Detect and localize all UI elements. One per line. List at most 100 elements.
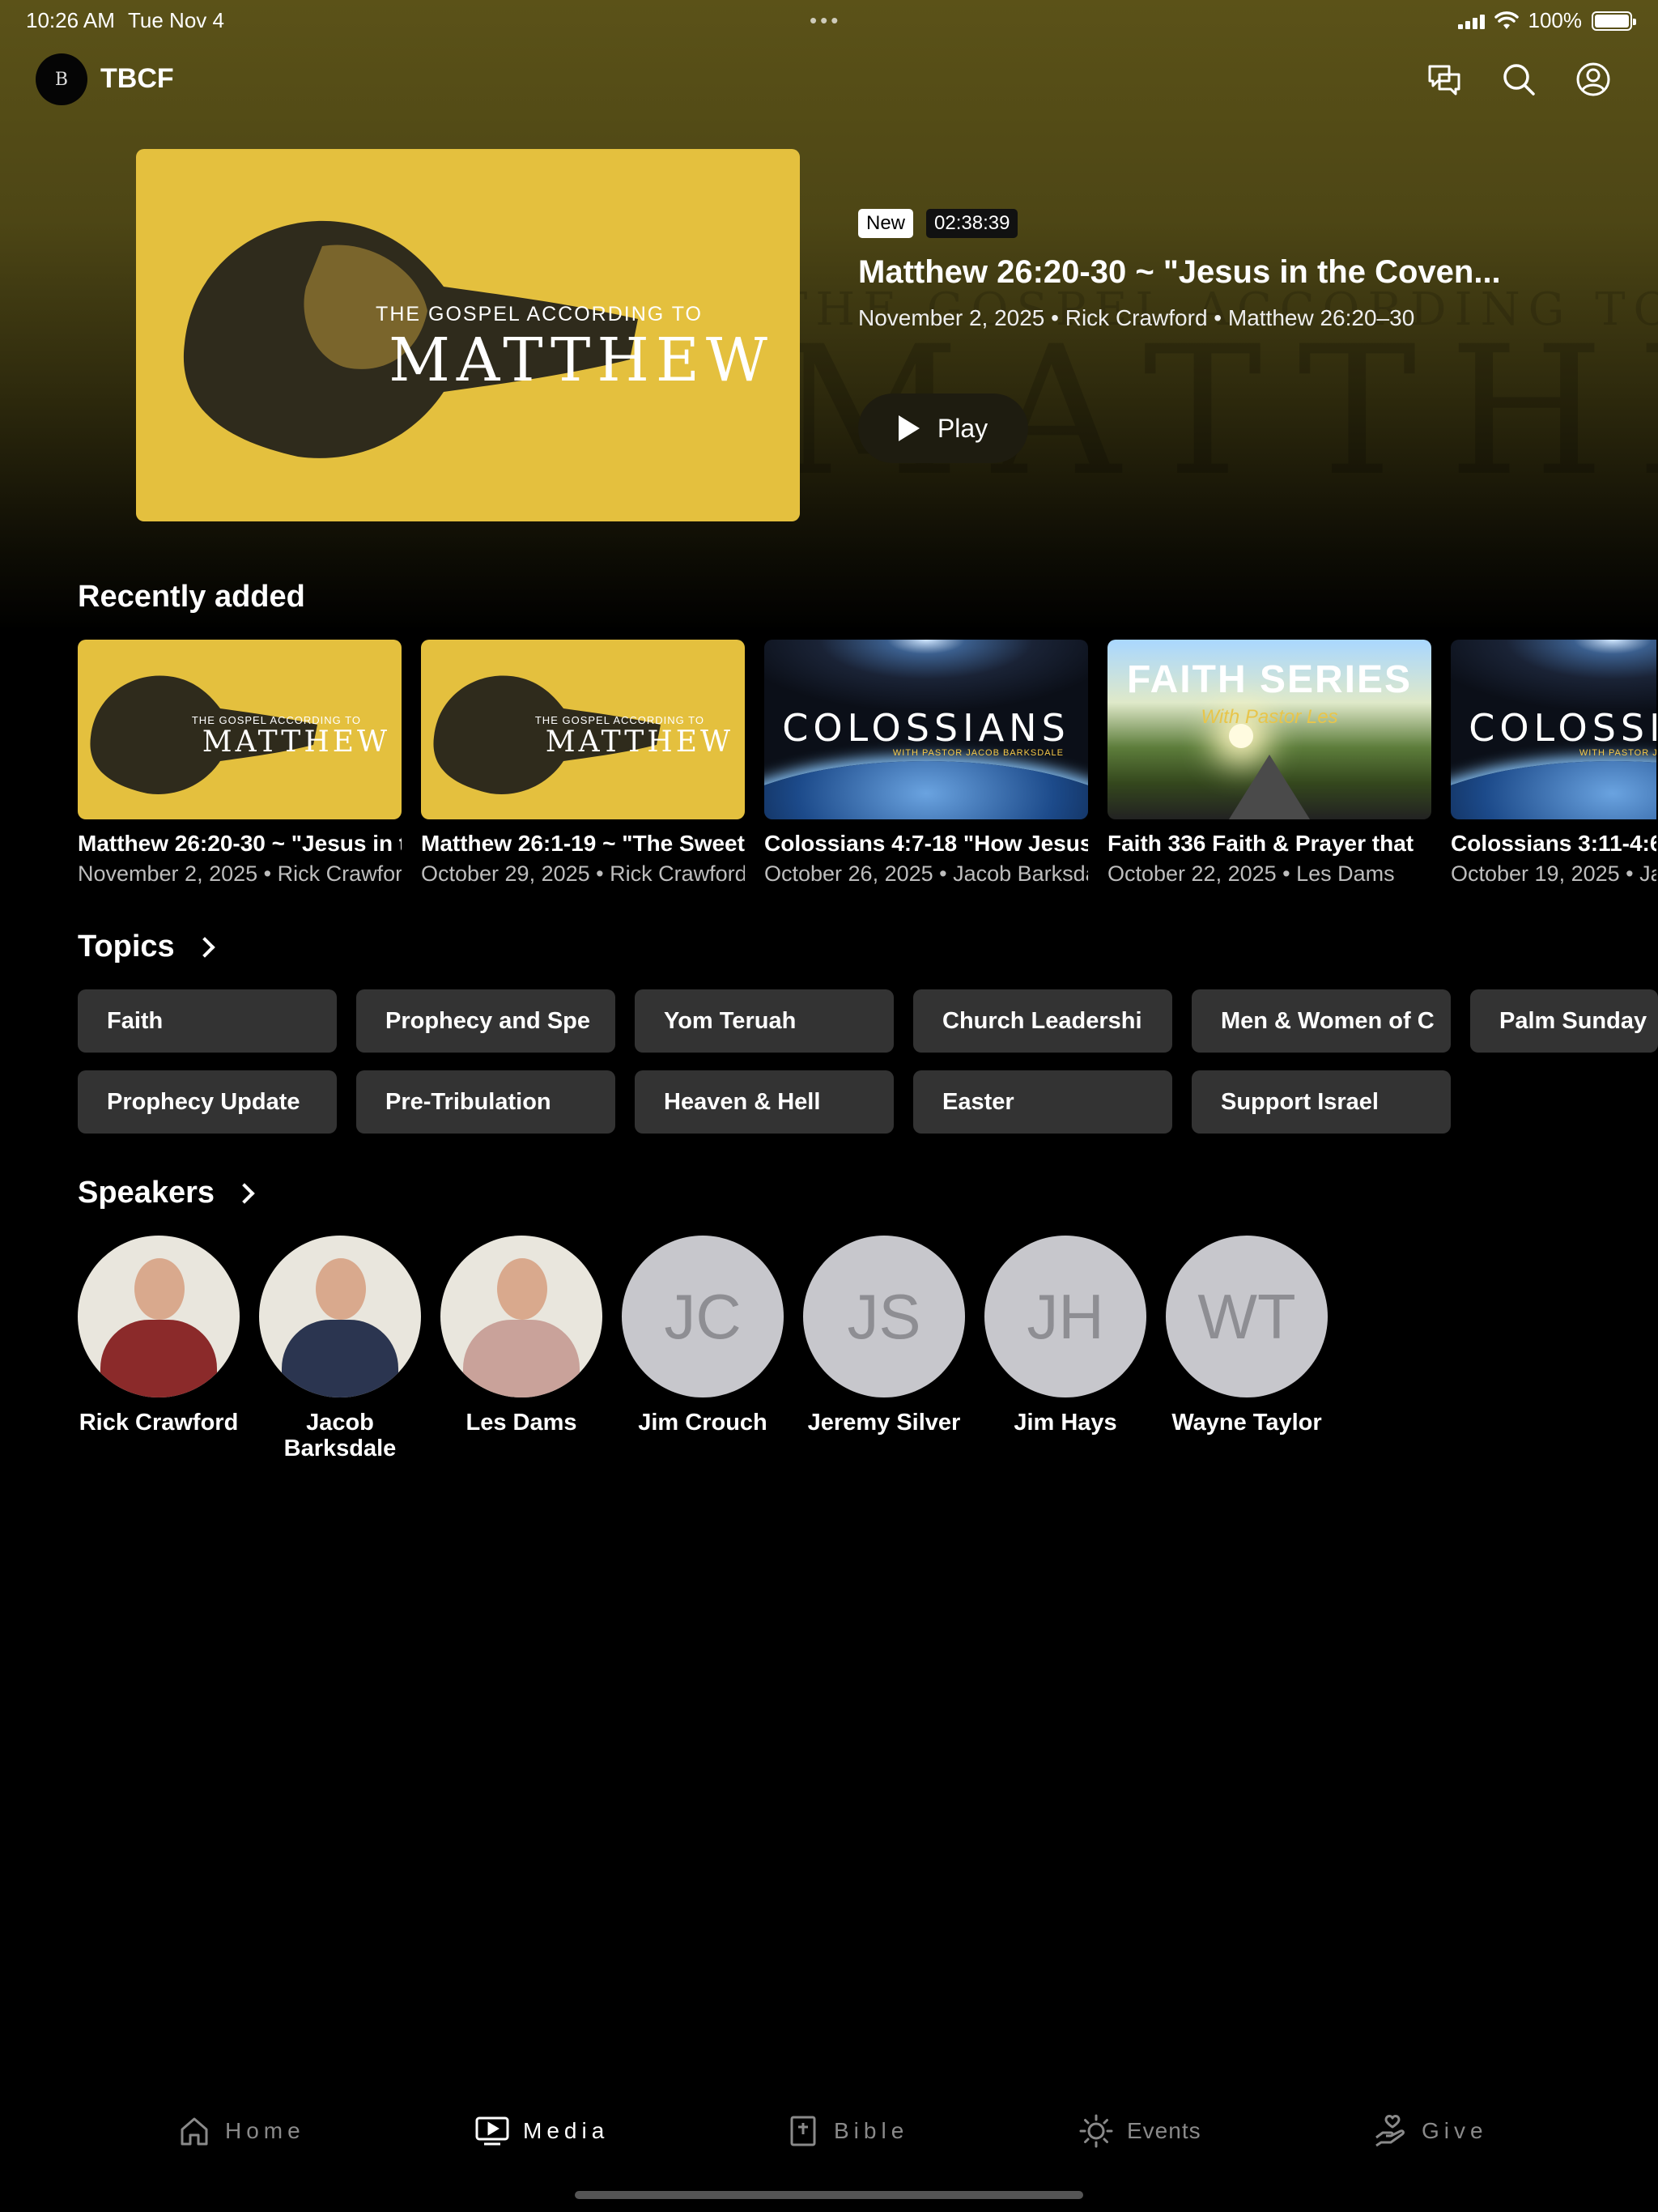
multitasking-dots-icon[interactable]: ••• xyxy=(810,8,841,33)
media-icon xyxy=(474,2113,510,2149)
tab-label: Media xyxy=(523,2118,610,2143)
hero-info: New 02:38:39 Matthew 26:20-30 ~ "Jesus i… xyxy=(858,209,1635,331)
avatar: JS xyxy=(803,1236,965,1397)
speaker-item[interactable]: JC Jim Crouch xyxy=(622,1236,784,1462)
speaker-name: Jeremy Silver xyxy=(807,1410,961,1436)
topic-chip[interactable]: Support Israel xyxy=(1192,1070,1451,1134)
recent-item[interactable]: COLOSSIANS WITH PASTOR JACOB BARKSDALE C… xyxy=(764,640,1088,887)
recent-item-meta: October 19, 2025 • Jacob xyxy=(1451,861,1656,886)
topic-chip[interactable]: Yom Teruah xyxy=(635,989,894,1053)
tab-label: Home xyxy=(225,2118,305,2143)
speaker-name: Jacob Barksdale xyxy=(283,1410,397,1461)
speaker-item[interactable]: Rick Crawford xyxy=(78,1236,240,1462)
hero-title[interactable]: Matthew 26:20-30 ~ "Jesus in the Coven..… xyxy=(858,254,1522,291)
topics-grid: Faith Prophecy and Spe Yom Teruah Church… xyxy=(78,989,1658,1134)
topic-chip[interactable]: Prophecy Update xyxy=(78,1070,337,1134)
status-time: 10:26 AM xyxy=(26,8,115,32)
speaker-name: Jim Hays xyxy=(1014,1410,1117,1436)
avatar: JH xyxy=(984,1236,1146,1397)
chat-icon[interactable] xyxy=(1425,60,1464,99)
church-logo[interactable]: B xyxy=(36,53,87,105)
recent-item-title: Faith 336 Faith & Prayer that xyxy=(1107,831,1414,856)
app-header: B TBCF xyxy=(0,52,1658,107)
recent-thumbnail: COLOSSIANS WITH PASTOR JACOB BARKSDALE xyxy=(764,640,1088,819)
topics-title: Topics xyxy=(78,929,175,963)
recent-item-meta: October 26, 2025 • Jacob Barksdale xyxy=(764,861,1088,886)
home-indicator[interactable] xyxy=(575,2191,1083,2199)
chevron-right-icon[interactable] xyxy=(234,1182,255,1204)
recent-item-title: Colossians 4:7-18 "How Jesus xyxy=(764,831,1088,856)
speaker-name: Rick Crawford xyxy=(79,1410,239,1436)
avatar-body xyxy=(282,1320,398,1397)
avatar-head xyxy=(134,1258,185,1320)
tab-give[interactable]: Give xyxy=(1373,2113,1488,2149)
topic-chip[interactable]: Heaven & Hell xyxy=(635,1070,894,1134)
recent-item[interactable]: FAITH SERIES With Pastor Les Faith 336 F… xyxy=(1107,640,1431,887)
speaker-item[interactable]: Les Dams xyxy=(440,1236,602,1462)
play-icon xyxy=(898,415,920,441)
speakers-row: Rick Crawford Jacob Barksdale Les Dams J… xyxy=(78,1236,1328,1462)
tab-bar: Home Media Bible Events Give xyxy=(0,2113,1658,2170)
avatar: WT xyxy=(1166,1236,1328,1397)
speakers-heading[interactable]: Speakers xyxy=(78,1176,255,1210)
avatar xyxy=(440,1236,602,1397)
recent-item-title: Matthew 26:1-19 ~ "The Sweet xyxy=(421,831,745,856)
topic-chip[interactable]: Palm Sunday xyxy=(1470,989,1658,1053)
speaker-name: Jim Crouch xyxy=(638,1410,767,1436)
play-button[interactable]: Play xyxy=(858,393,1028,463)
chevron-right-icon[interactable] xyxy=(193,936,215,958)
tab-media[interactable]: Media xyxy=(474,2113,609,2149)
battery-icon xyxy=(1592,11,1636,31)
avatar-body xyxy=(463,1320,580,1397)
recent-thumbnail: THE GOSPEL ACCORDING TO MATTHEW xyxy=(421,640,745,819)
tab-events[interactable]: Events xyxy=(1078,2113,1201,2149)
hero-meta: November 2, 2025 • Rick Crawford • Matth… xyxy=(858,305,1415,330)
thumb-subtitle: THE GOSPEL ACCORDING TO xyxy=(191,714,361,726)
topic-chip[interactable]: Pre-Tribulation xyxy=(356,1070,615,1134)
recent-item[interactable]: THE GOSPEL ACCORDING TO MATTHEW Matthew … xyxy=(78,640,402,887)
duration-badge: 02:38:39 xyxy=(926,209,1018,238)
speaker-item[interactable]: JH Jim Hays xyxy=(984,1236,1146,1462)
recently-added-row: THE GOSPEL ACCORDING TO MATTHEW Matthew … xyxy=(78,640,1656,887)
recent-thumbnail: FAITH SERIES With Pastor Les xyxy=(1107,640,1431,819)
speaker-item[interactable]: WT Wayne Taylor xyxy=(1166,1236,1328,1462)
recent-item[interactable]: THE GOSPEL ACCORDING TO MATTHEW Matthew … xyxy=(421,640,745,887)
hero-art-title: MATTHEW xyxy=(389,325,774,395)
avatar xyxy=(259,1236,421,1397)
wifi-icon xyxy=(1494,11,1519,29)
tab-bible[interactable]: Bible xyxy=(785,2113,908,2149)
hero-art-subtitle: THE GOSPEL ACCORDING TO xyxy=(376,303,703,325)
recent-item-meta: October 29, 2025 • Rick Crawford xyxy=(421,861,745,886)
recent-thumbnail: THE GOSPEL ACCORDING TO MATTHEW xyxy=(78,640,402,819)
thumb-title: MATTHEW xyxy=(545,725,733,759)
topic-chip[interactable]: Faith xyxy=(78,989,337,1053)
thumb-title: COLOSSIANS xyxy=(782,706,1070,750)
recently-added-title: Recently added xyxy=(78,580,305,614)
topic-chip[interactable]: Easter xyxy=(913,1070,1172,1134)
tab-label: Give xyxy=(1422,2118,1488,2143)
search-icon[interactable] xyxy=(1499,60,1538,99)
account-icon[interactable] xyxy=(1574,60,1613,99)
speaker-item[interactable]: Jacob Barksdale xyxy=(259,1236,421,1462)
avatar-head xyxy=(497,1258,547,1320)
topics-heading[interactable]: Topics xyxy=(78,929,215,964)
tab-label: Bible xyxy=(834,2118,909,2143)
topic-chip[interactable]: Men & Women of C xyxy=(1192,989,1451,1053)
recent-thumbnail: COLOSSIANS WITH PASTOR JACOB BARKSDALE xyxy=(1451,640,1656,819)
hero-artwork[interactable]: THE GOSPEL ACCORDING TO MATTHEW xyxy=(136,149,800,521)
thumb-title: COLOSSIANS xyxy=(1469,706,1656,750)
speaker-name: Les Dams xyxy=(466,1410,577,1436)
topic-chip[interactable]: Church Leadershi xyxy=(913,989,1172,1053)
speaker-item[interactable]: JS Jeremy Silver xyxy=(803,1236,965,1462)
cellular-signal-icon xyxy=(1457,13,1485,29)
earth-graphic xyxy=(1451,761,1656,819)
thumb-subtitle: THE GOSPEL ACCORDING TO xyxy=(534,714,704,726)
tab-label: Events xyxy=(1127,2118,1201,2143)
tab-home[interactable]: Home xyxy=(176,2113,305,2149)
play-label: Play xyxy=(937,413,988,443)
topic-chip[interactable]: Prophecy and Spe xyxy=(356,989,615,1053)
recent-item-title: Colossians 3:11-4:6 xyxy=(1451,831,1656,856)
recent-item[interactable]: COLOSSIANS WITH PASTOR JACOB BARKSDALE C… xyxy=(1451,640,1656,887)
recently-added-heading: Recently added xyxy=(78,580,305,615)
avatar xyxy=(78,1236,240,1397)
